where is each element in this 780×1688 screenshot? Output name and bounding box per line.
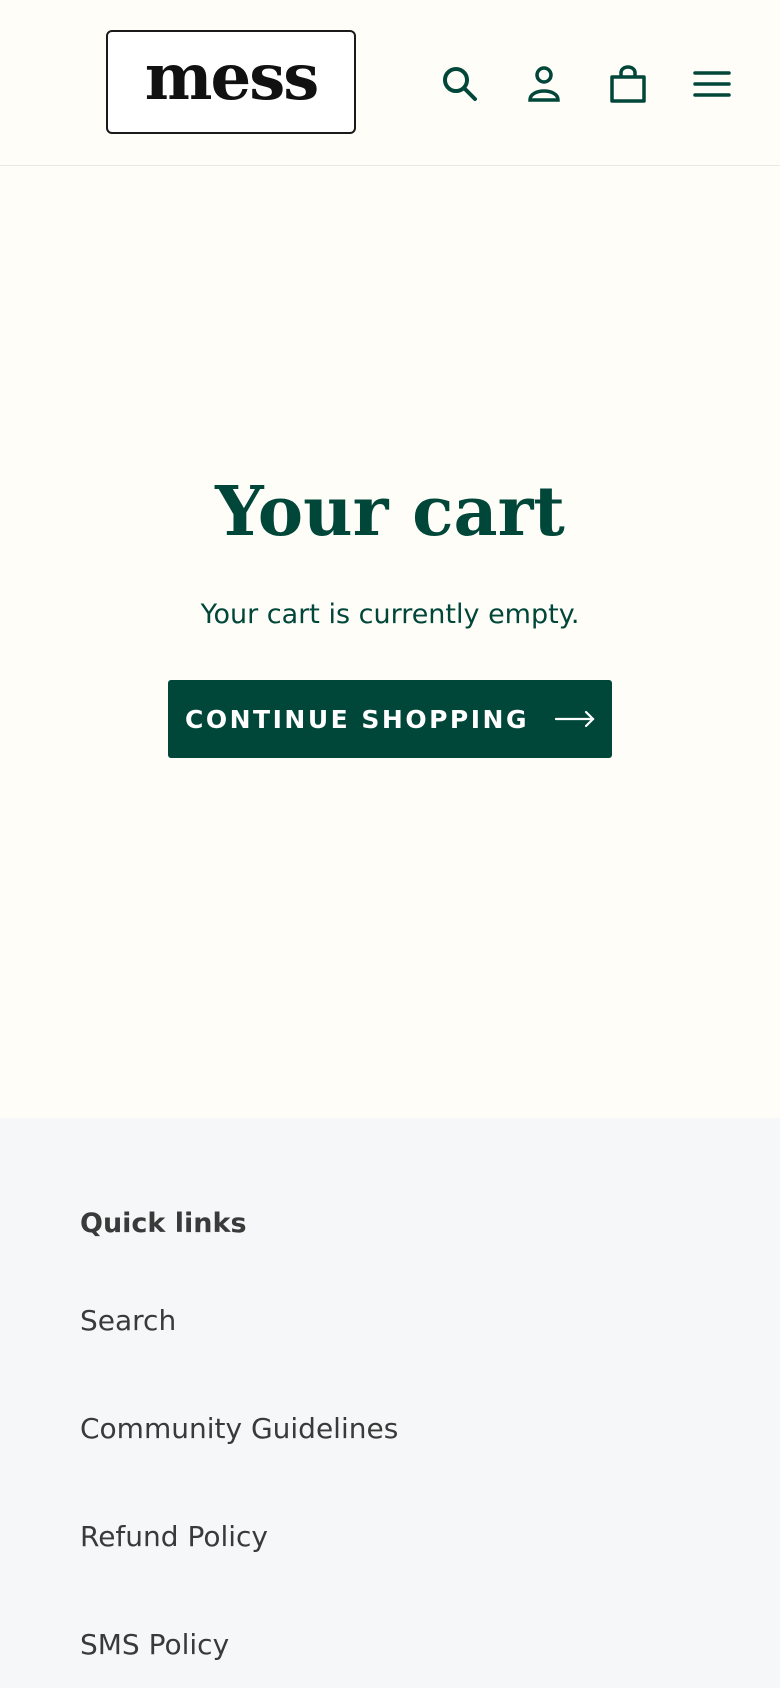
footer-link-community-guidelines[interactable]: Community Guidelines	[80, 1412, 398, 1445]
logo-text: mess	[144, 40, 319, 115]
continue-shopping-label: CONTINUE SHOPPING	[185, 704, 529, 734]
search-icon	[443, 67, 477, 101]
cart-icon	[610, 65, 646, 103]
search-button[interactable]	[432, 56, 488, 112]
footer-link-search[interactable]: Search	[80, 1304, 176, 1337]
account-icon	[528, 66, 560, 102]
arrow-right-icon	[554, 710, 595, 728]
site-footer: Quick links Search Community Guidelines …	[0, 1118, 780, 1688]
account-button[interactable]	[516, 56, 572, 112]
footer-link-refund-policy[interactable]: Refund Policy	[80, 1520, 268, 1553]
menu-icon	[693, 71, 731, 97]
footer-heading: Quick links	[80, 1208, 247, 1239]
empty-cart-message: Your cart is currently empty.	[200, 599, 580, 630]
continue-shopping-button[interactable]: CONTINUE SHOPPING	[168, 680, 612, 758]
menu-button[interactable]	[684, 56, 740, 112]
site-header: mess	[0, 0, 780, 166]
site-logo[interactable]: mess	[106, 30, 356, 134]
footer-link-sms-policy[interactable]: SMS Policy	[80, 1628, 229, 1661]
page-title: Your cart	[215, 472, 565, 552]
cart-main: Your cart Your cart is currently empty. …	[0, 167, 780, 1118]
cart-button[interactable]	[600, 56, 656, 112]
